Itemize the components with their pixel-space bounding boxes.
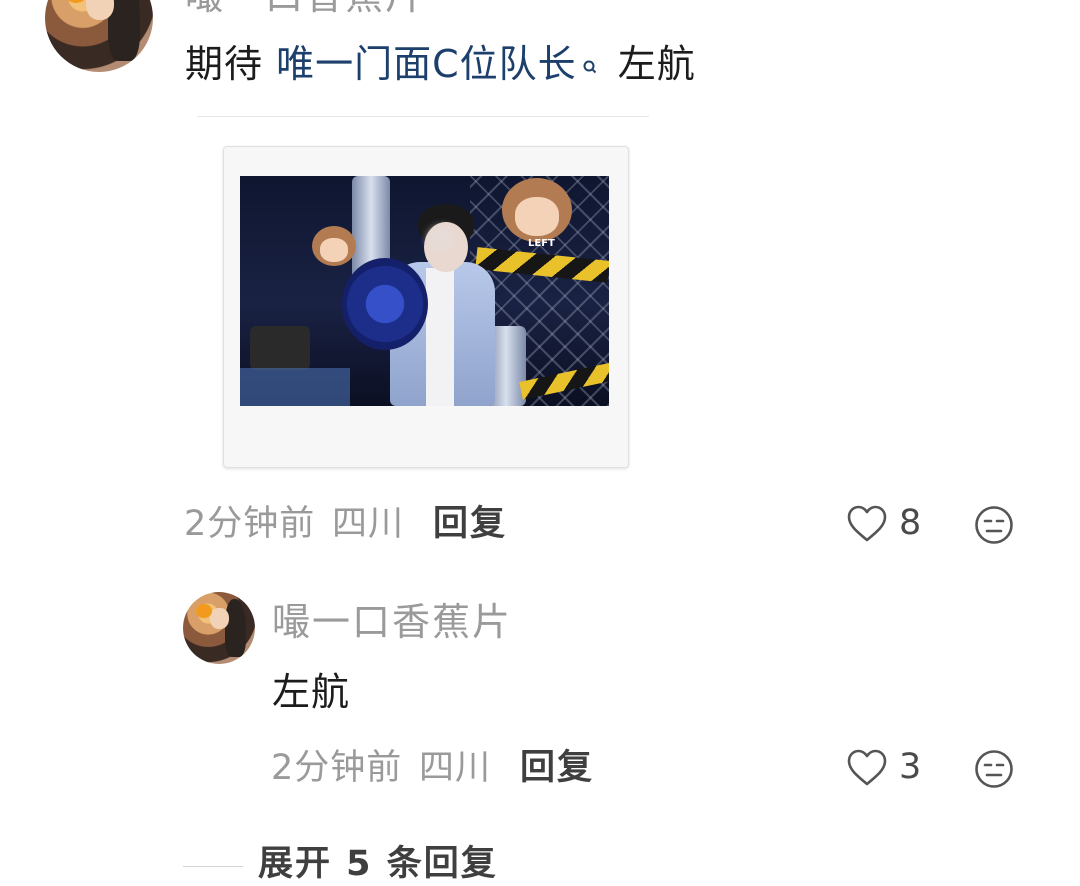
reply-text: 左航 xyxy=(272,670,351,714)
comment-text-prefix: 期待 xyxy=(185,42,277,86)
expand-divider xyxy=(183,866,243,867)
comment-text-suffix: 左航 xyxy=(604,42,696,86)
photo: LEFT xyxy=(240,176,609,406)
divider xyxy=(197,116,649,117)
poster-text: LEFT xyxy=(528,238,555,249)
reply-like-count: 3 xyxy=(899,747,922,787)
comment-location: 四川 xyxy=(332,504,405,544)
expand-replies-button[interactable]: 展开 5 条回复 xyxy=(258,842,498,886)
search-icon[interactable] xyxy=(583,42,597,90)
boombox xyxy=(250,326,310,370)
bear-sticker xyxy=(312,226,356,266)
face-blur xyxy=(428,226,456,252)
dislike-icon[interactable] xyxy=(974,749,1014,789)
avatar-orange xyxy=(195,603,212,618)
reply-reply-button[interactable]: 回复 xyxy=(520,747,594,789)
heart-icon[interactable] xyxy=(846,748,888,788)
reply-username[interactable]: 嘬一口香蕉片 xyxy=(272,600,512,644)
bear-poster xyxy=(502,178,572,242)
comment-username[interactable]: 嘬一口香蕉片 xyxy=(185,0,425,16)
shirt xyxy=(426,268,454,406)
reply-button[interactable]: 回复 xyxy=(433,503,507,545)
mention-link[interactable]: 唯一门面C位队长 xyxy=(276,42,577,86)
avatar-face xyxy=(210,607,230,630)
avatar-orange xyxy=(64,0,89,3)
comment-image[interactable]: LEFT xyxy=(223,146,629,468)
floor xyxy=(240,368,350,406)
reply-location: 四川 xyxy=(419,748,492,788)
avatar[interactable] xyxy=(45,0,153,72)
reply-avatar[interactable] xyxy=(183,592,255,664)
dislike-icon[interactable] xyxy=(974,505,1014,545)
like-count: 8 xyxy=(899,503,922,543)
bouquet xyxy=(342,258,428,350)
heart-icon[interactable] xyxy=(846,504,888,544)
comment-time: 2分钟前 xyxy=(184,504,316,544)
reply-time: 2分钟前 xyxy=(271,748,403,788)
avatar-hair xyxy=(224,599,247,657)
comment-text: 期待 唯一门面C位队长 左航 xyxy=(185,40,696,90)
